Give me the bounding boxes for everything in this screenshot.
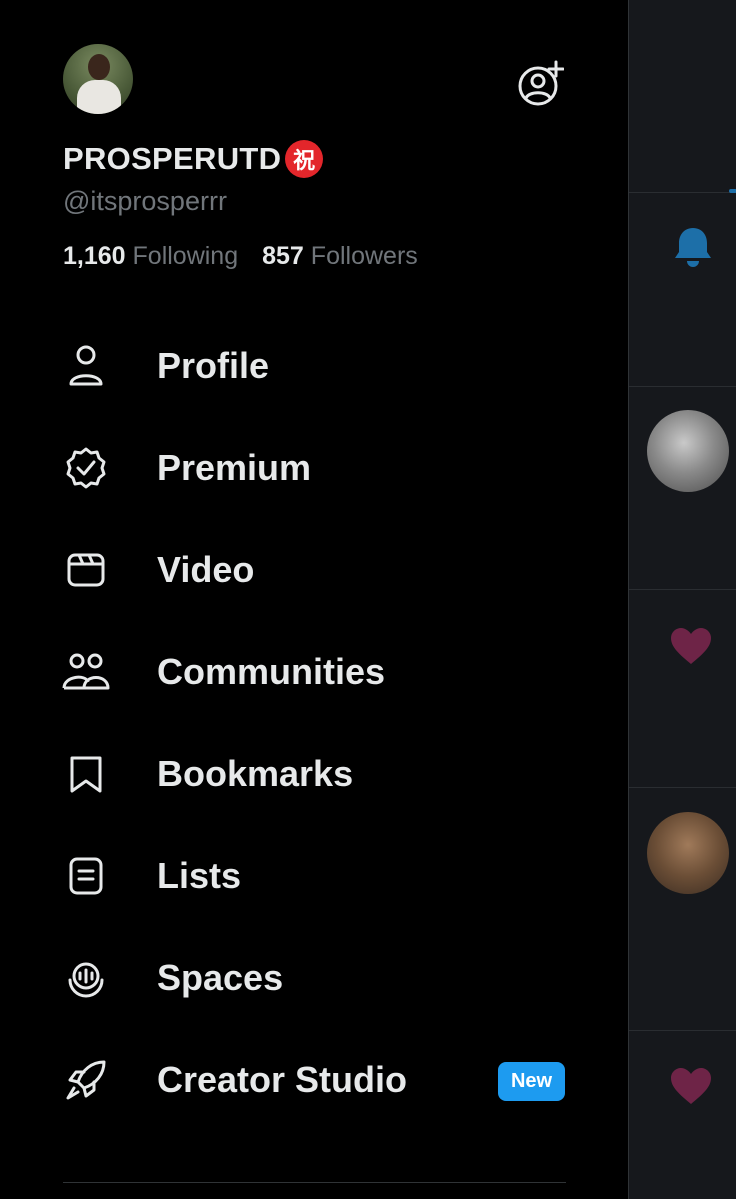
timeline-avatar: [647, 812, 729, 894]
timeline-separator: [629, 787, 736, 788]
timeline-separator: [629, 386, 736, 387]
menu-item-premium[interactable]: Premium: [0, 417, 628, 519]
heart-icon: [669, 626, 713, 671]
display-name-text: PROSPERUTD: [63, 141, 282, 176]
tab-indicator: [729, 189, 736, 193]
followers-count: 857: [262, 242, 304, 270]
rocket-icon: [62, 1056, 110, 1104]
followers-link[interactable]: 857 Followers: [262, 242, 418, 271]
add-account-icon[interactable]: [516, 60, 565, 106]
drawer-menu: Profile Premium Video Communities Bookma…: [0, 315, 628, 1131]
following-label: Following: [132, 242, 239, 270]
user-handle: @itsprosperrr: [63, 186, 227, 216]
menu-label-lists: Lists: [157, 855, 242, 896]
communities-icon: [62, 648, 110, 696]
avatar[interactable]: [63, 44, 133, 114]
avatar-head: [88, 54, 110, 80]
menu-label-communities: Communities: [157, 651, 386, 692]
bell-icon: [673, 226, 713, 273]
timeline-separator: [629, 589, 736, 590]
menu-item-video[interactable]: Video: [0, 519, 628, 621]
menu-item-creator-studio[interactable]: Creator Studio New: [0, 1029, 628, 1131]
video-clapper-icon: [62, 546, 110, 594]
spaces-icon: [62, 954, 110, 1002]
menu-divider: [63, 1182, 566, 1183]
verified-badge-icon: [62, 444, 110, 492]
menu-item-profile[interactable]: Profile: [0, 315, 628, 417]
timeline-avatar: [647, 410, 729, 492]
list-icon: [62, 852, 110, 900]
timeline-separator: [629, 192, 736, 193]
heart-icon: [669, 1066, 713, 1111]
menu-label-premium: Premium: [157, 447, 312, 488]
menu-item-spaces[interactable]: Spaces: [0, 927, 628, 1029]
following-count: 1,160: [63, 242, 126, 270]
new-badge: New: [498, 1062, 565, 1101]
bookmark-icon: [62, 750, 110, 798]
congratulations-emoji-icon: 祝: [285, 140, 324, 178]
following-link[interactable]: 1,160 Following: [63, 242, 238, 271]
followers-label: Followers: [310, 242, 418, 270]
display-name[interactable]: PROSPERUTD 祝: [63, 140, 324, 178]
menu-label-spaces: Spaces: [157, 957, 284, 998]
menu-item-communities[interactable]: Communities: [0, 621, 628, 723]
menu-item-bookmarks[interactable]: Bookmarks: [0, 723, 628, 825]
follow-stats: 1,160 Following 857 Followers: [63, 242, 418, 271]
background-timeline: [628, 0, 736, 1199]
menu-label-profile: Profile: [157, 345, 270, 386]
menu-label-bookmarks: Bookmarks: [157, 753, 354, 794]
avatar-torso: [77, 80, 121, 114]
menu-label-video: Video: [157, 549, 255, 590]
person-icon: [62, 342, 110, 390]
menu-item-lists[interactable]: Lists: [0, 825, 628, 927]
side-drawer: PROSPERUTD 祝 @itsprosperrr 1,160 Followi…: [0, 0, 628, 1199]
timeline-separator: [629, 1030, 736, 1031]
menu-label-creator-studio: Creator Studio: [157, 1059, 408, 1100]
